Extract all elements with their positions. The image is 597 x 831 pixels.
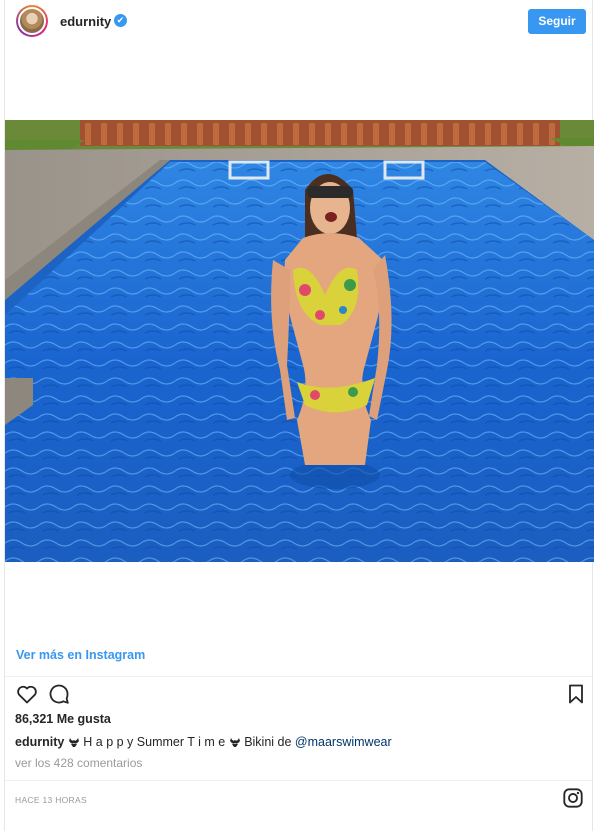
- like-button[interactable]: [15, 682, 39, 706]
- header-username[interactable]: edurnity: [60, 14, 111, 29]
- view-comments-link[interactable]: ver los 428 comentarios: [15, 756, 142, 770]
- caption-text-part1: H a p p y Summer T i m e: [83, 735, 226, 749]
- caption-username[interactable]: edurnity: [15, 735, 64, 749]
- avatar[interactable]: [16, 5, 48, 37]
- view-more-link[interactable]: Ver más en Instagram: [16, 648, 145, 662]
- avatar-image: [18, 7, 46, 35]
- likes-count[interactable]: 86,321 Me gusta: [15, 712, 111, 726]
- bookmark-icon: [569, 684, 583, 704]
- follow-button[interactable]: Seguir: [528, 9, 586, 34]
- instagram-icon: [563, 788, 583, 808]
- instagram-embed-card: edurnity ✔ Seguir Ver más en Instagram 8…: [4, 0, 594, 831]
- comment-button[interactable]: [47, 682, 71, 706]
- caption-text-part2: Bikini de: [240, 735, 295, 749]
- comment-icon: [49, 684, 69, 704]
- instagram-logo-link[interactable]: [562, 787, 584, 809]
- verified-badge-icon: ✔: [114, 14, 127, 27]
- heart-icon: [17, 685, 37, 704]
- bikini-emoji-icon: [68, 738, 79, 747]
- post-caption: edurnity H a p p y Summer T i m e Bikini…: [15, 735, 392, 749]
- save-button[interactable]: [564, 682, 588, 706]
- divider: [5, 780, 592, 781]
- pool-photo-image: [5, 120, 594, 562]
- divider: [5, 676, 592, 677]
- bikini-emoji-icon: [229, 738, 240, 747]
- post-header: edurnity ✔ Seguir: [5, 0, 592, 44]
- caption-mention-link[interactable]: @maarswimwear: [295, 735, 392, 749]
- post-timestamp[interactable]: HACE 13 HORAS: [15, 795, 87, 805]
- post-photo[interactable]: [5, 120, 594, 562]
